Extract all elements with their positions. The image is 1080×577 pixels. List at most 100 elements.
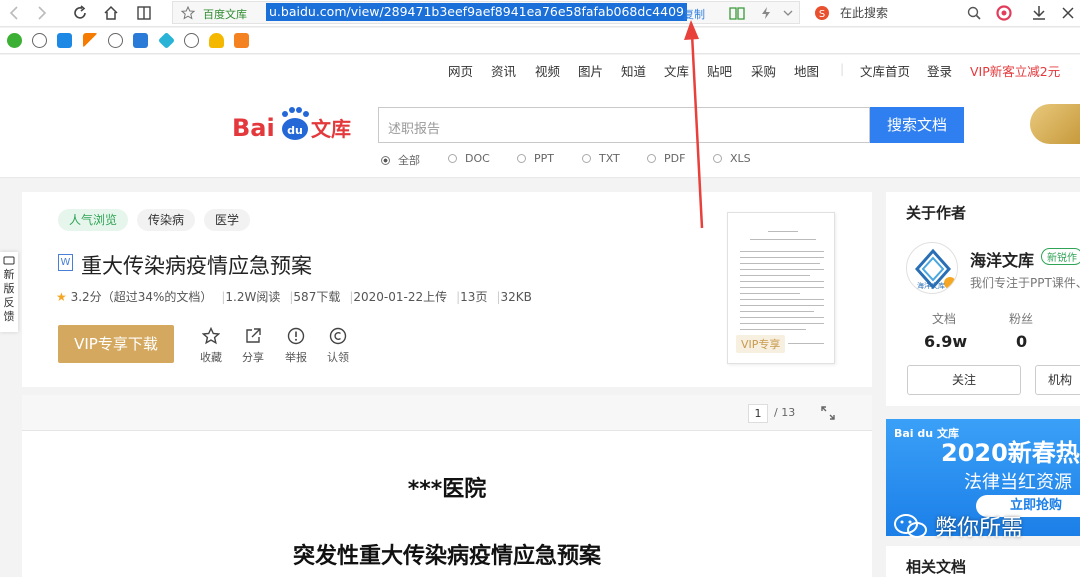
favorite-button[interactable]: 收藏: [196, 327, 226, 365]
globe-bookmark-icon[interactable]: [184, 33, 199, 48]
org-button[interactable]: 机构: [1035, 365, 1080, 395]
flag-bookmark-icon[interactable]: [83, 33, 98, 48]
avatar-label: 海洋文库: [917, 282, 945, 290]
stat-docs-label: 文档: [932, 312, 957, 326]
page-total: / 13: [774, 406, 796, 419]
nav-item-news[interactable]: 资讯: [491, 61, 516, 80]
author-level-badge: 新锐作: [1041, 248, 1080, 265]
nav-item-caigou[interactable]: 采购: [751, 61, 776, 80]
filter-label: XLS: [730, 152, 751, 165]
login-link[interactable]: 登录: [927, 61, 952, 80]
fullscreen-icon[interactable]: [820, 405, 836, 421]
sogou-search-icon[interactable]: S: [812, 3, 832, 23]
address-bar[interactable]: 百度文库 u.baidu.com/view/289471b3eef9aef894…: [172, 1, 800, 24]
page-number-input[interactable]: 1: [748, 404, 768, 423]
nav-item-video[interactable]: 视频: [535, 61, 560, 80]
star-icon[interactable]: [178, 3, 198, 23]
filter-txt[interactable]: TXT: [582, 152, 620, 165]
download-icon[interactable]: [1029, 3, 1049, 23]
vip-promo-link[interactable]: VIP新客立减2元: [970, 61, 1060, 80]
reader-mode-icon[interactable]: [134, 3, 154, 23]
share-button[interactable]: 分享: [238, 327, 268, 365]
page-count: 13页: [460, 290, 488, 304]
rating: 3.2分: [70, 290, 102, 304]
report-button[interactable]: 举报: [281, 327, 311, 365]
baidu-wenku-logo[interactable]: Bai du 文库: [232, 102, 358, 144]
nav-item-tieba[interactable]: 贴吧: [707, 61, 732, 80]
share-label: 分享: [242, 351, 264, 364]
stat-fans-label: 粉丝: [1009, 312, 1034, 326]
top-nav: 网页 资讯 视频 图片 知道 文库 贴吧 采购 地图 | 文库首页 登录 VIP…: [0, 55, 1080, 82]
copyright-icon: [329, 327, 347, 345]
author-heading: 关于作者: [906, 204, 967, 222]
star-icon: ★: [56, 290, 67, 304]
feedback-tab[interactable]: 新版反馈: [0, 252, 18, 332]
tag-medicine[interactable]: 医学: [204, 209, 251, 231]
doc-thumbnail[interactable]: VIP专享: [727, 212, 835, 364]
tag-infectious-disease[interactable]: 传染病: [137, 209, 196, 231]
radio: [713, 154, 722, 163]
nav-item-wenku[interactable]: 文库: [664, 61, 689, 80]
nav-item-zhidao[interactable]: 知道: [621, 61, 646, 80]
search-placeholder: 述职报告: [388, 122, 441, 137]
back-icon[interactable]: [4, 3, 24, 23]
tools-icon[interactable]: [1058, 3, 1078, 23]
radio: [582, 154, 591, 163]
url-text[interactable]: u.baidu.com/view/289471b3eef9aef8941ea76…: [266, 3, 687, 21]
reader-toolbar: 1 / 13: [22, 395, 872, 431]
doc-meta: ★ 3.2分（超过34%的文档） |1.2W阅读 |587下载 |2020-01-22…: [56, 290, 532, 304]
related-docs: 相关文档: [886, 546, 1080, 577]
author-description: 我们专注于PPT课件、: [970, 276, 1080, 290]
lightning-icon[interactable]: [756, 3, 776, 23]
nav-divider: |: [840, 61, 845, 76]
author-name[interactable]: 海洋文库: [970, 247, 1034, 271]
doc-heading-plan: 突发性重大传染病疫情应急预案: [292, 544, 601, 569]
globe-bookmark-icon[interactable]: [108, 33, 123, 48]
radio: [647, 154, 656, 163]
zhihu-bookmark-icon[interactable]: [57, 33, 72, 48]
star-outline-icon: [202, 327, 220, 345]
vip-banner-ad[interactable]: [1030, 104, 1080, 144]
s-bookmark-icon[interactable]: [133, 33, 148, 48]
search-input[interactable]: 述职报告: [378, 107, 870, 143]
watermark-text: 弊你所需: [935, 516, 1024, 541]
copy-button[interactable]: 复制: [683, 6, 705, 22]
search-button[interactable]: 搜索文档: [870, 107, 964, 143]
nav-item-web[interactable]: 网页: [448, 61, 473, 80]
follow-button[interactable]: 关注: [907, 365, 1021, 395]
nav-item-map[interactable]: 地图: [794, 61, 819, 80]
wechat-bookmark-icon[interactable]: [7, 33, 22, 48]
filter-all[interactable]: 全部: [381, 152, 420, 168]
refresh-icon[interactable]: [70, 3, 90, 23]
filter-label: TXT: [599, 152, 620, 165]
y-bookmark-icon[interactable]: [234, 33, 249, 48]
header: Bai du 文库 述职报告 搜索文档 全部 DOC PPT TXT PDF X…: [0, 82, 1080, 178]
svg-text:文库: 文库: [311, 117, 351, 141]
filter-xls[interactable]: XLS: [713, 152, 751, 165]
diamond-bookmark-icon[interactable]: [158, 32, 175, 49]
chevron-down-icon[interactable]: [778, 3, 798, 23]
trophy-bookmark-icon[interactable]: [209, 33, 224, 48]
wechat-watermark: 弊你所需: [893, 510, 1023, 542]
read-count: 1.2W阅读: [225, 290, 281, 304]
vip-download-button[interactable]: VIP专享下载: [58, 325, 174, 363]
filter-ppt[interactable]: PPT: [517, 152, 554, 165]
radio: [448, 154, 457, 163]
book-icon[interactable]: [727, 3, 747, 23]
tag-popular[interactable]: 人气浏览: [58, 209, 129, 231]
search-here-input[interactable]: 在此搜索: [840, 4, 888, 21]
home-icon[interactable]: [101, 3, 121, 23]
extension-icon[interactable]: [994, 3, 1014, 23]
nav-wenku-home[interactable]: 文库首页: [860, 61, 910, 80]
word-doc-icon: W: [58, 254, 73, 271]
filter-doc[interactable]: DOC: [448, 152, 490, 165]
filter-pdf[interactable]: PDF: [647, 152, 685, 165]
claim-button[interactable]: 认领: [323, 327, 353, 365]
nav-item-images[interactable]: 图片: [578, 61, 603, 80]
globe-bookmark-icon[interactable]: [32, 33, 47, 48]
author-avatar[interactable]: 海洋文库: [906, 242, 958, 294]
search-icon[interactable]: [964, 3, 984, 23]
svg-text:du: du: [287, 124, 303, 137]
share-icon: [246, 328, 261, 343]
forward-icon[interactable]: [32, 3, 52, 23]
